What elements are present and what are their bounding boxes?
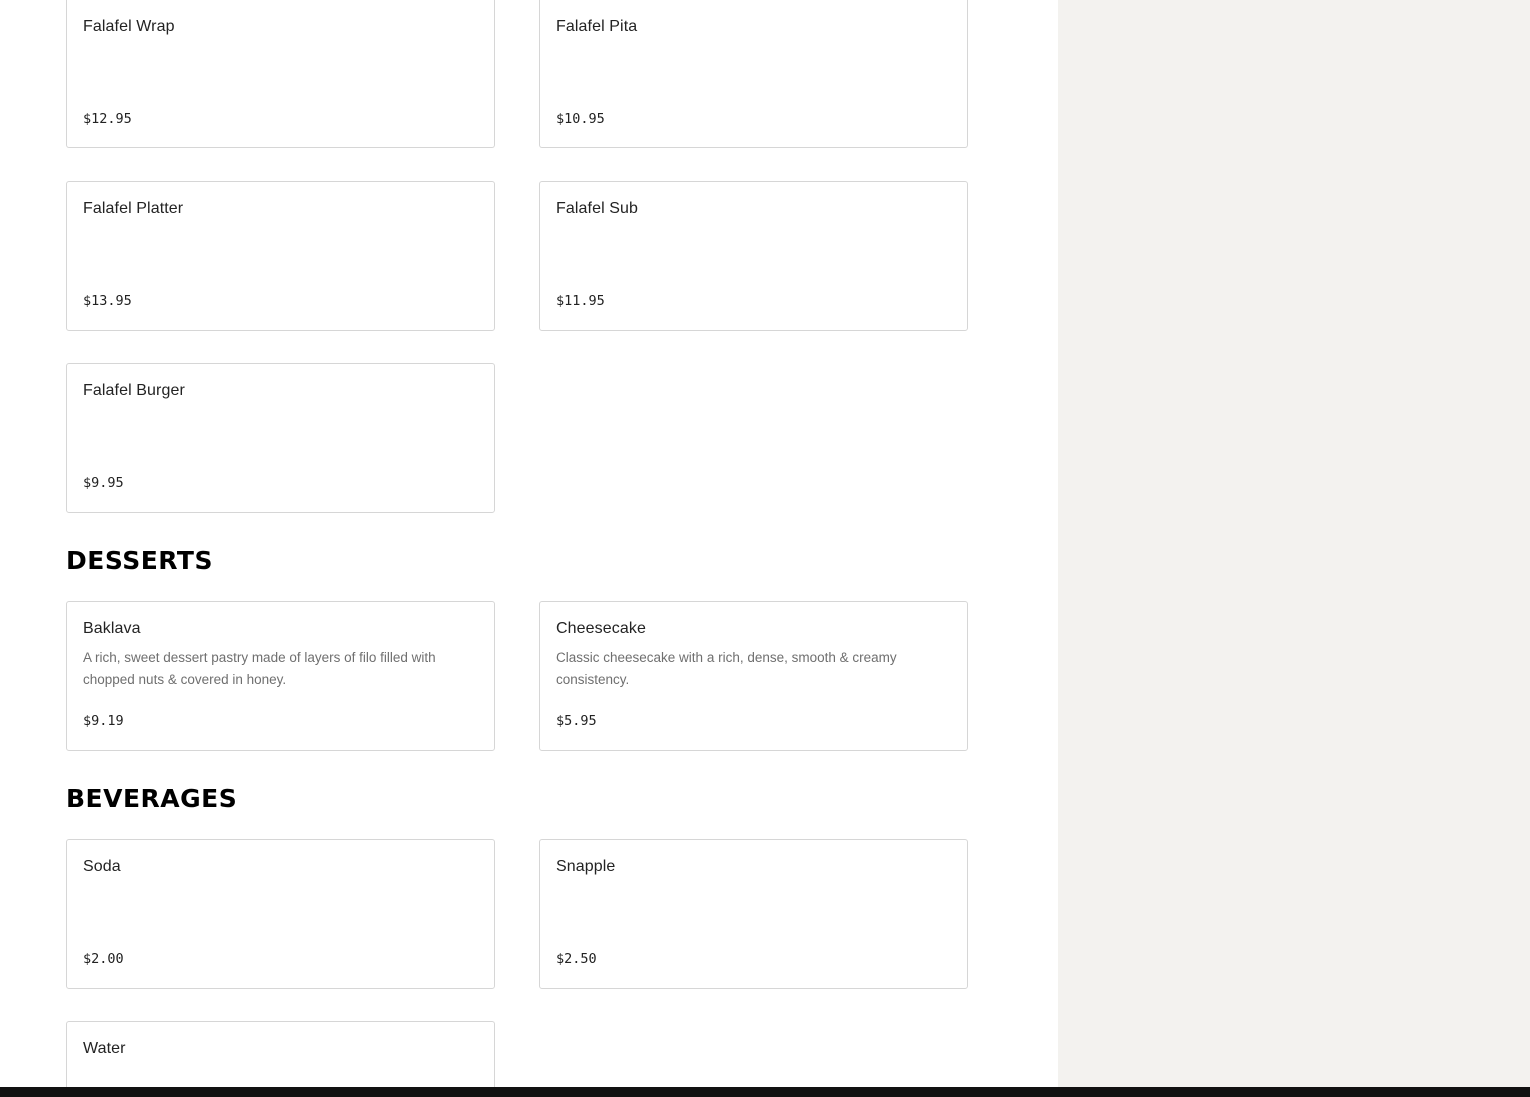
menu-item-price: $2.00 [83,951,124,967]
menu-item-price: $11.95 [556,293,605,309]
menu-item-card[interactable]: Cheesecake Classic cheesecake with a ric… [539,601,968,751]
menu-item-name: Falafel Burger [83,382,185,399]
bottom-bar [0,1087,1530,1097]
menu-item-card[interactable]: Baklava A rich, sweet dessert pastry mad… [66,601,495,751]
menu-item-description: A rich, sweet dessert pastry made of lay… [83,650,436,687]
menu-item-card[interactable]: Soda $2.00 [66,839,495,989]
menu-item-card[interactable]: Falafel Wrap $12.95 [66,0,495,148]
menu-item-name: Soda [83,858,121,875]
menu-item-price: $13.95 [83,293,132,309]
menu-item-name: Water [83,1040,126,1057]
menu-item-name: Falafel Platter [83,200,184,217]
menu-item-description: Classic cheesecake with a rich, dense, s… [556,650,897,687]
menu-item-price: $9.95 [83,475,124,491]
menu-item-card[interactable]: Snapple $2.50 [539,839,968,989]
menu-item-name: Snapple [556,858,616,875]
menu-item-card[interactable]: Falafel Burger $9.95 [66,363,495,513]
menu-item-card[interactable]: Falafel Pita $10.95 [539,0,968,148]
menu-item-price: $12.95 [83,111,132,127]
menu-item-price: $9.19 [83,713,124,729]
menu-main: Falafel Wrap $12.95 Falafel Pita $10.95 … [0,0,1058,1097]
menu-item-name: Falafel Wrap [83,18,175,35]
menu-item-card[interactable]: Falafel Sub $11.95 [539,181,968,331]
order-sidebar [1058,0,1530,1087]
menu-item-name: Baklava [83,620,141,637]
menu-item-name: Cheesecake [556,620,646,637]
menu-item-name: Falafel Sub [556,200,639,217]
menu-item-name: Falafel Pita [556,18,638,35]
menu-item-price: $5.95 [556,713,597,729]
category-title-beverages: BEVERAGES [66,784,238,813]
menu-item-card[interactable]: Water [66,1021,495,1087]
category-title-desserts: DESSERTS [66,546,213,575]
menu-item-card[interactable]: Falafel Platter $13.95 [66,181,495,331]
menu-item-price: $10.95 [556,111,605,127]
menu-item-price: $2.50 [556,951,597,967]
